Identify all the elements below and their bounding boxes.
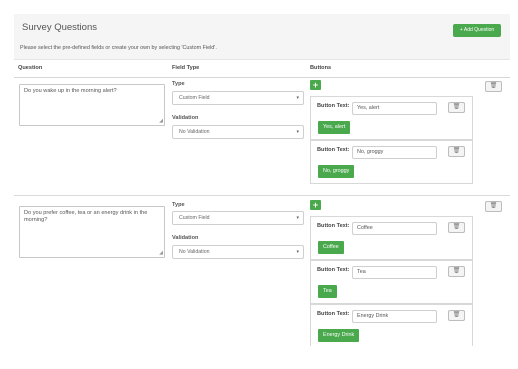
- chevron-down-icon: ▾: [296, 95, 299, 101]
- page-title: Survey Questions: [22, 22, 97, 33]
- button-text-card: Button Text: Yes, alert 🗑 Yes, alert: [310, 96, 473, 140]
- button-text-input[interactable]: Yes, alert: [352, 102, 437, 115]
- trash-icon: 🗑: [489, 83, 498, 89]
- button-text-input[interactable]: Tea: [352, 266, 437, 279]
- button-preview[interactable]: Coffee: [318, 241, 344, 254]
- question-text-input[interactable]: Do you prefer coffee, tea or an energy d…: [19, 206, 165, 258]
- delete-button-button[interactable]: 🗑: [448, 266, 465, 277]
- chevron-down-icon: ▾: [296, 249, 299, 255]
- instructions-text: Please select the pre-defined fields or …: [20, 45, 217, 51]
- type-select[interactable]: Custom Field ▾: [172, 91, 304, 105]
- validation-label: Validation: [172, 115, 199, 121]
- button-text-input[interactable]: Coffee: [352, 222, 437, 235]
- panel-header: Survey Questions + Add Question Please s…: [14, 14, 510, 60]
- chevron-down-icon: ▾: [296, 215, 299, 221]
- delete-button-button[interactable]: 🗑: [448, 310, 465, 321]
- add-question-button[interactable]: + Add Question: [453, 24, 501, 37]
- button-text-label: Button Text:: [317, 311, 350, 317]
- trash-icon: 🗑: [452, 104, 461, 110]
- resize-handle-icon[interactable]: ◢: [159, 119, 163, 124]
- button-text-card: Button Text: Energy Drink 🗑 Energy Drink: [310, 304, 473, 346]
- column-headers: Question Field Type Buttons: [14, 60, 510, 78]
- type-label: Type: [172, 81, 185, 87]
- question-text-input[interactable]: Do you wake up in the morning alert? ◢: [19, 84, 165, 126]
- button-preview[interactable]: No, groggy: [318, 165, 355, 178]
- validation-select[interactable]: No Validation ▾: [172, 125, 304, 139]
- delete-button-button[interactable]: 🗑: [448, 146, 465, 157]
- validation-label: Validation: [172, 235, 199, 241]
- trash-icon: 🗑: [452, 268, 461, 274]
- button-text-card: Button Text: No, groggy 🗑 No, groggy: [310, 140, 473, 184]
- type-label: Type: [172, 202, 185, 208]
- button-preview[interactable]: Tea: [318, 285, 337, 298]
- add-button-plus-icon[interactable]: +: [310, 200, 321, 210]
- type-select[interactable]: Custom Field ▾: [172, 211, 304, 225]
- button-text-card: Button Text: Tea 🗑 Tea: [310, 260, 473, 304]
- button-text-label: Button Text:: [317, 147, 350, 153]
- field-type-column-header: Field Type: [172, 65, 200, 71]
- delete-question-button[interactable]: 🗑: [485, 201, 502, 212]
- trash-icon: 🗑: [452, 224, 461, 230]
- trash-icon: 🗑: [452, 312, 461, 318]
- button-text-label: Button Text:: [317, 223, 350, 229]
- delete-question-button[interactable]: 🗑: [485, 81, 502, 92]
- survey-questions-panel: Survey Questions + Add Question Please s…: [14, 14, 510, 346]
- question-text: Do you wake up in the morning alert?: [24, 88, 117, 94]
- trash-icon: 🗑: [452, 148, 461, 154]
- type-select-value: Custom Field: [179, 215, 210, 221]
- button-text-label: Button Text:: [317, 103, 350, 109]
- button-text-label: Button Text:: [317, 267, 350, 273]
- button-text-input[interactable]: No, groggy: [352, 146, 437, 159]
- button-preview[interactable]: Yes, alert: [318, 121, 351, 134]
- button-text-card: Button Text: Coffee 🗑 Coffee: [310, 216, 473, 260]
- button-text-input[interactable]: Energy Drink: [352, 310, 437, 323]
- validation-select[interactable]: No Validation ▾: [172, 245, 304, 259]
- delete-button-button[interactable]: 🗑: [448, 222, 465, 233]
- add-button-plus-icon[interactable]: +: [310, 80, 321, 90]
- type-select-value: Custom Field: [179, 95, 210, 101]
- validation-select-value: No Validation: [179, 249, 210, 255]
- delete-button-button[interactable]: 🗑: [448, 102, 465, 113]
- validation-select-value: No Validation: [179, 129, 210, 135]
- buttons-column-header: Buttons: [310, 65, 332, 71]
- resize-handle-icon[interactable]: ◢: [159, 251, 163, 256]
- question-text: Do you prefer coffee, tea or an energy d…: [24, 210, 148, 223]
- row-divider: [14, 195, 510, 196]
- trash-icon: 🗑: [489, 203, 498, 209]
- question-column-header: Question: [18, 65, 43, 71]
- chevron-down-icon: ▾: [296, 129, 299, 135]
- button-preview[interactable]: Energy Drink: [318, 329, 360, 342]
